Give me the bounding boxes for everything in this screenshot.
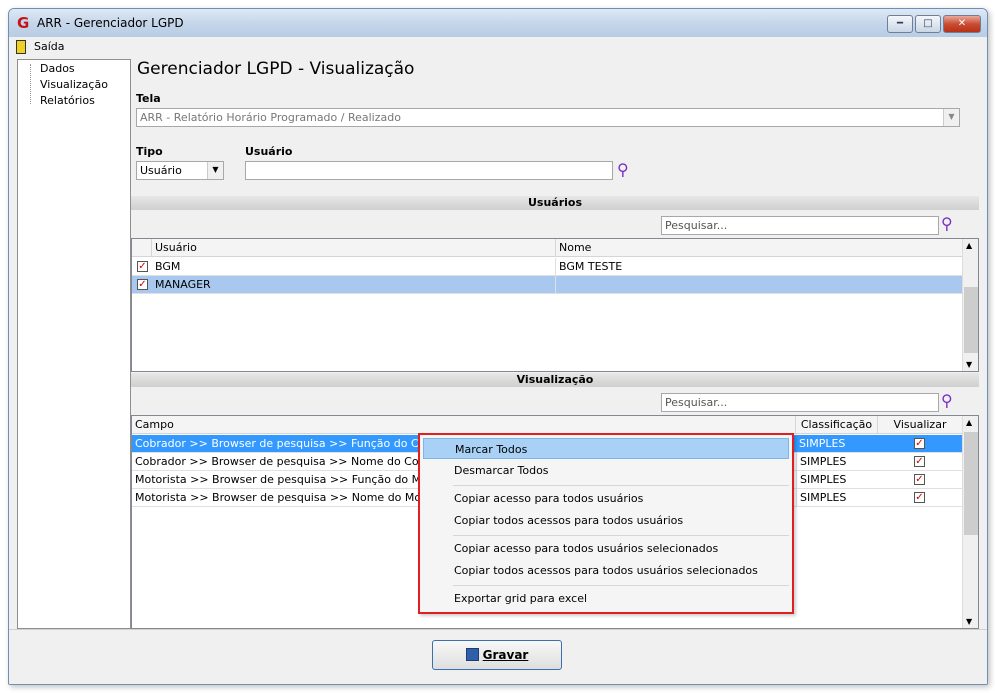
cell-usuario: MANAGER (152, 276, 556, 294)
scroll-up-icon[interactable]: ▲ (966, 418, 972, 427)
cell-usuario: BGM (152, 258, 556, 276)
users-search-input[interactable]: Pesquisar... (661, 216, 939, 235)
scroll-thumb[interactable] (964, 287, 978, 353)
tree-line (30, 64, 31, 104)
header-check-cell (132, 239, 152, 257)
users-scrollbar[interactable]: ▲ ▼ (962, 239, 978, 371)
menu-bar: Saída (9, 37, 987, 57)
scroll-thumb[interactable] (964, 432, 978, 535)
row-checkbox[interactable]: ✓ (137, 279, 148, 290)
view-scrollbar[interactable]: ▲ ▼ (962, 416, 978, 628)
visualizar-checkbox[interactable]: ✓ (914, 438, 925, 449)
title-bar[interactable]: G ARR - Gerenciador LGPD ━ □ ✕ (9, 9, 987, 37)
view-grid-header: Campo Classificação Visualizar (132, 416, 962, 434)
scroll-up-icon[interactable]: ▲ (966, 241, 972, 250)
tipo-value: Usuário (140, 164, 182, 177)
close-button[interactable]: ✕ (943, 15, 981, 33)
view-search-icon[interactable]: ⚲ (941, 391, 953, 410)
window-title: ARR - Gerenciador LGPD (37, 16, 184, 30)
column-header-nome[interactable]: Nome (556, 239, 962, 257)
table-row[interactable]: ✓ MANAGER (132, 276, 962, 294)
chevron-down-icon[interactable]: ▼ (207, 162, 223, 179)
column-header-visualizar[interactable]: Visualizar (878, 416, 962, 434)
users-grid-header: Usuário Nome (132, 239, 962, 257)
scroll-down-icon[interactable]: ▼ (966, 360, 972, 369)
usuario-input[interactable] (245, 161, 613, 180)
tela-label: Tela (136, 92, 161, 105)
view-search-input[interactable]: Pesquisar... (661, 393, 939, 412)
column-header-campo[interactable]: Campo (132, 416, 796, 434)
navigation-tree: Dados Visualização Relatórios (17, 59, 131, 629)
tela-value: ARR - Relatório Horário Programado / Rea… (140, 111, 401, 124)
chevron-down-icon[interactable]: ▼ (943, 109, 959, 126)
exit-label: Saída (34, 40, 65, 53)
cell-classificacao: SIMPLES (796, 489, 878, 507)
cell-classificacao: SIMPLES (796, 471, 878, 489)
floppy-disk-icon (465, 648, 479, 661)
save-label: Gravar (482, 648, 529, 662)
maximize-button[interactable]: □ (915, 15, 941, 33)
usuario-label: Usuário (245, 145, 293, 158)
exit-door-icon (16, 40, 26, 54)
tree-item-dados[interactable]: Dados (40, 62, 75, 75)
highlight-outline (418, 433, 794, 614)
app-logo-icon: G (17, 14, 30, 32)
tree-item-relatorios[interactable]: Relatórios (40, 94, 95, 107)
tipo-label: Tipo (136, 145, 163, 158)
view-section-header: Visualização (131, 373, 979, 387)
users-search-icon[interactable]: ⚲ (941, 214, 953, 233)
cell-nome: BGM TESTE (559, 260, 623, 273)
users-grid: Usuário Nome ✓ BGM BGM TESTE ✓ MANAGER ▲… (131, 238, 979, 372)
row-checkbox[interactable]: ✓ (137, 261, 148, 272)
table-row[interactable]: ✓ BGM BGM TESTE (132, 258, 962, 276)
cell-classificacao: SIMPLES (796, 453, 878, 471)
tipo-select[interactable]: Usuário ▼ (136, 161, 224, 180)
save-button[interactable]: Gravar (432, 640, 562, 670)
visualizar-checkbox[interactable]: ✓ (914, 456, 925, 467)
visualizar-checkbox[interactable]: ✓ (914, 492, 925, 503)
usuario-search-icon[interactable]: ⚲ (617, 160, 629, 179)
exit-menu-item[interactable]: Saída (13, 39, 65, 55)
page-title: Gerenciador LGPD - Visualização (137, 59, 415, 79)
tree-item-visualizacao[interactable]: Visualização (40, 78, 108, 91)
column-header-usuario[interactable]: Usuário (152, 239, 556, 257)
tela-select[interactable]: ARR - Relatório Horário Programado / Rea… (136, 108, 960, 127)
minimize-button[interactable]: ━ (887, 15, 913, 33)
cell-classificacao: SIMPLES (799, 437, 846, 450)
visualizar-checkbox[interactable]: ✓ (914, 474, 925, 485)
users-section-header: Usuários (131, 196, 979, 210)
column-header-classificacao[interactable]: Classificação (796, 416, 878, 434)
scroll-down-icon[interactable]: ▼ (966, 617, 972, 626)
